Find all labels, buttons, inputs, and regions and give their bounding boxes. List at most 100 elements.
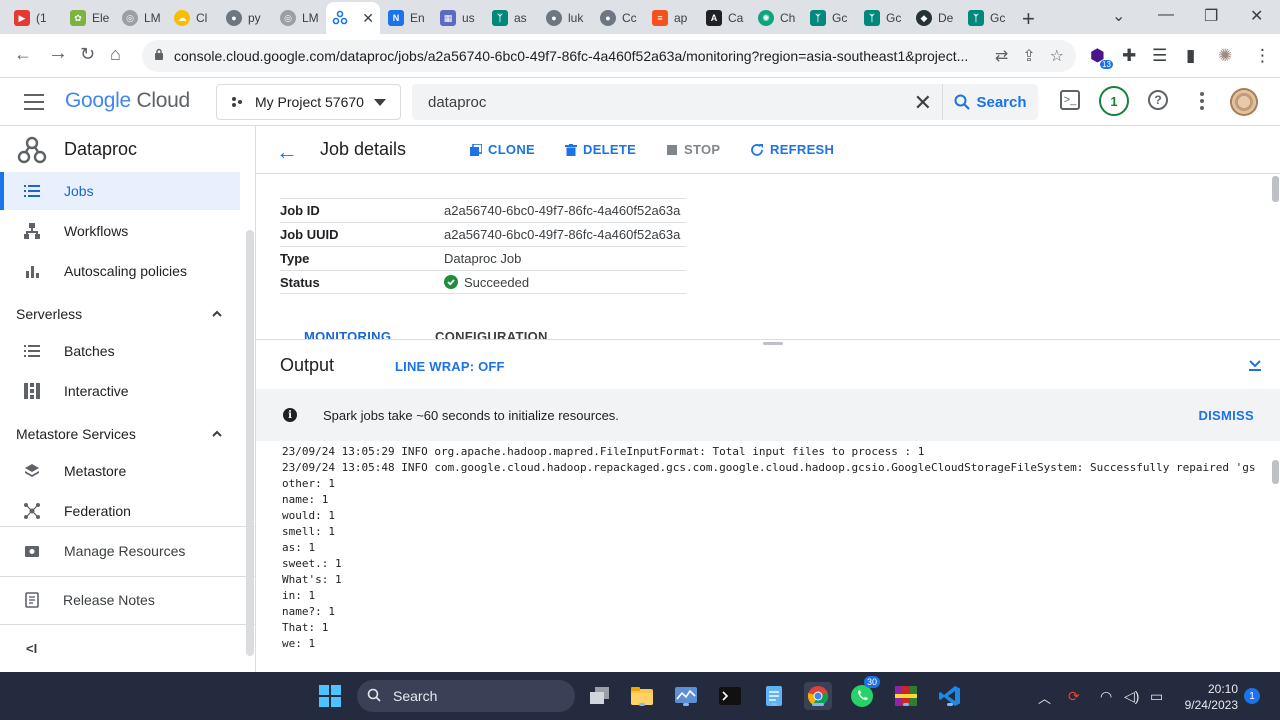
sidebar-item-batches[interactable]: Batches	[0, 332, 240, 370]
console-header: Google Cloud My Project 57670 dataproc ✕…	[0, 78, 1280, 126]
sidebar-item-interactive[interactable]: Interactive	[0, 372, 240, 410]
browser-tab-dataproc-active[interactable]: ✕	[326, 2, 380, 34]
back-arrow-icon[interactable]: ←	[276, 139, 298, 165]
chrome-menu-icon[interactable]: ⋮	[1254, 46, 1271, 66]
browser-tab-lm[interactable]: ◎ LM	[116, 4, 168, 32]
browser-tab-us[interactable]: ▦ us	[434, 4, 486, 32]
sidebar-item-workflows[interactable]: Workflows	[0, 212, 240, 250]
browser-tab-youtube[interactable]: ▶ (1	[8, 4, 64, 32]
account-avatar[interactable]	[1230, 88, 1258, 116]
cloud-shell-icon[interactable]: >_	[1060, 90, 1080, 110]
browser-tab-gc-3[interactable]: ᛉ Gc	[962, 4, 1014, 32]
back-icon[interactable]: ←	[14, 44, 32, 65]
sidebar-item-jobs[interactable]: Jobs	[0, 172, 240, 210]
tab-label: Gc	[832, 11, 848, 25]
search-input[interactable]: dataproc ✕ Search	[412, 84, 1038, 120]
collapse-sidebar-icon[interactable]: <I	[26, 641, 37, 656]
project-selector[interactable]: My Project 57670	[216, 84, 401, 120]
search-icon	[367, 688, 381, 702]
battery-icon[interactable]: ▭	[1150, 688, 1163, 705]
notepad-icon[interactable]	[760, 682, 788, 710]
winrar-icon[interactable]	[892, 682, 920, 710]
browser-tab-en[interactable]: N En	[382, 4, 434, 32]
terminal-icon[interactable]	[716, 682, 744, 710]
sidebar-scrollbar[interactable]	[246, 230, 254, 656]
reading-list-icon[interactable]: ☰	[1152, 46, 1167, 66]
sidebar-item-metastore[interactable]: Metastore	[0, 452, 240, 490]
profile-avatar-icon[interactable]: ✺	[1218, 46, 1232, 66]
sidebar-item-release-notes[interactable]: Release Notes	[0, 581, 240, 619]
close-tab-icon[interactable]: ✕	[362, 10, 374, 27]
browser-tab-ca[interactable]: A Ca	[700, 4, 752, 32]
help-icon[interactable]: ?	[1148, 90, 1168, 110]
show-hidden-icons[interactable]: ︿	[1038, 688, 1051, 707]
browser-tab-chatgpt[interactable]: ✺ Ch	[752, 4, 804, 32]
browser-tab-github-luk[interactable]: ● luk	[540, 4, 594, 32]
job-output-log: 23/09/24 13:05:29 INFO org.apache.hadoop…	[282, 444, 1266, 672]
line-wrap-toggle[interactable]: LINE WRAP: OFF	[395, 359, 505, 374]
task-view-icon[interactable]	[586, 682, 614, 710]
url-bar[interactable]: console.cloud.google.com/dataproc/jobs/a…	[142, 40, 1076, 72]
minimize-icon[interactable]: —	[1158, 6, 1174, 24]
section-serverless[interactable]: Serverless	[16, 306, 226, 322]
bookmark-star-icon[interactable]: ☆	[1050, 46, 1064, 66]
sidebar-item-federation[interactable]: Federation	[0, 492, 240, 530]
home-icon[interactable]: ⌂	[110, 44, 121, 65]
taskbar-search[interactable]: Search	[357, 680, 575, 712]
whatsapp-icon[interactable]: 30	[848, 676, 881, 710]
sidebar-item-autoscaling-policies[interactable]: Autoscaling policies	[0, 252, 240, 290]
sidebar-item-manage-resources[interactable]: Manage Resources	[0, 532, 240, 570]
main-content: ← Job details CLONE DELETE STOP REFRESH …	[256, 126, 1280, 672]
delete-button[interactable]: DELETE	[565, 142, 636, 157]
window-close-icon[interactable]: ✕	[1250, 6, 1263, 26]
share-icon[interactable]: ⇪	[1022, 46, 1035, 66]
more-options-icon[interactable]	[1200, 92, 1204, 113]
output-scrollbar[interactable]	[1272, 460, 1279, 484]
monitor-app-icon[interactable]	[672, 682, 700, 710]
search-button[interactable]: Search	[942, 84, 1038, 120]
clone-button[interactable]: CLONE	[470, 142, 535, 157]
browser-tab-as[interactable]: ᛉ as	[486, 4, 540, 32]
notifications-button[interactable]: 1	[1099, 86, 1129, 116]
notification-center-badge[interactable]: 1	[1244, 688, 1260, 704]
reload-icon[interactable]: ↻	[80, 44, 95, 65]
details-scrollbar[interactable]	[1272, 176, 1279, 202]
taskbar-clock[interactable]: 20:10 9/24/2023	[1180, 681, 1238, 713]
browser-tab-lm-2[interactable]: ◎ LM	[274, 4, 326, 32]
wifi-icon[interactable]: ◠	[1100, 688, 1112, 705]
menu-icon[interactable]	[24, 94, 44, 110]
browser-tab-ap[interactable]: ≡ ap	[646, 4, 698, 32]
windows-start-icon[interactable]	[316, 682, 344, 710]
app-icon: ◆	[916, 10, 932, 26]
browser-tab-github-py[interactable]: ● py	[220, 4, 272, 32]
browser-tab-ele[interactable]: ✿ Ele	[64, 4, 116, 32]
file-explorer-icon[interactable]	[628, 682, 656, 710]
forward-icon[interactable]: →	[48, 42, 68, 65]
stop-button[interactable]: STOP	[666, 142, 720, 157]
new-tab-icon[interactable]: +	[1022, 6, 1035, 32]
dismiss-button[interactable]: DISMISS	[1198, 408, 1254, 423]
running-indicator	[771, 703, 777, 706]
sidebar-item-label: Metastore	[64, 463, 127, 479]
vscode-icon[interactable]	[936, 682, 964, 710]
refresh-button[interactable]: REFRESH	[750, 142, 834, 157]
browser-tab-github-cc[interactable]: ● Cc	[594, 4, 646, 32]
browser-tab-gc-1[interactable]: ᛉ Gc	[804, 4, 856, 32]
browser-tab-de[interactable]: ◆ De	[910, 4, 962, 32]
tab-label: LM	[302, 11, 319, 25]
tab-search-icon[interactable]: ⌄	[1112, 6, 1125, 26]
section-metastore-services[interactable]: Metastore Services	[16, 426, 226, 442]
puzzle-icon[interactable]: ✚	[1122, 46, 1136, 66]
clear-search-icon[interactable]: ✕	[914, 90, 932, 116]
chrome-icon[interactable]	[804, 682, 832, 710]
browser-tab-cloud[interactable]: ☁ Cl	[168, 4, 220, 32]
browser-tab-gc-2[interactable]: ᛉ Gc	[858, 4, 910, 32]
side-panel-icon[interactable]: ▮	[1186, 46, 1195, 66]
google-cloud-logo[interactable]: Google Cloud	[65, 89, 190, 113]
restore-icon[interactable]: ❐	[1204, 6, 1218, 26]
volume-icon[interactable]: ◁)	[1124, 688, 1139, 705]
translate-icon[interactable]: ⇄	[995, 46, 1008, 66]
collapse-output-icon[interactable]	[1248, 357, 1262, 371]
resize-handle[interactable]	[763, 342, 783, 345]
sync-icon[interactable]: ⟳	[1068, 688, 1080, 705]
